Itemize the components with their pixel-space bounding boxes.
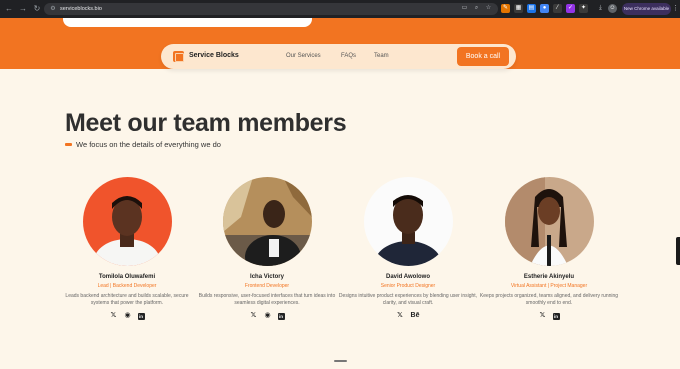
section-title: Meet our team members (65, 109, 347, 137)
extension-grid-icon[interactable]: ▦ (514, 4, 523, 13)
site-navbar: Service Blocks Our Services FAQs Team Bo… (161, 44, 516, 69)
linkedin-icon[interactable]: in (277, 312, 285, 320)
service-blocks-logo-icon[interactable] (173, 51, 184, 62)
member-description: Keeps projects organized, teams aligned,… (479, 293, 619, 306)
member-role: Lead | Backend Developer (97, 283, 157, 289)
bookmark-star-icon[interactable]: ☆ (485, 5, 492, 12)
member-name: Estherie Akinyelu (523, 274, 575, 280)
member-description: Designs intuitive product experiences by… (338, 293, 478, 306)
github-icon[interactable]: ◉ (264, 312, 272, 320)
member-socials: 𝕏 Bē (333, 312, 483, 320)
forward-arrow-icon[interactable]: → (18, 4, 28, 14)
nav-link-faqs[interactable]: FAQs (341, 53, 356, 59)
nav-link-team[interactable]: Team (374, 53, 389, 59)
behance-icon[interactable]: Bē (410, 312, 420, 320)
nav-link-our-services[interactable]: Our Services (286, 53, 321, 59)
member-socials: 𝕏 in (474, 312, 624, 320)
url-text[interactable]: serviceblocks.bio (60, 6, 102, 12)
cast-icon[interactable]: ▭ (461, 5, 468, 12)
extension-pen-icon[interactable]: ✎ (501, 4, 510, 13)
member-role: Frontend Developer (244, 283, 290, 289)
address-bar[interactable]: ⚙ serviceblocks.bio ▭ ⌕ ☆ (44, 3, 498, 15)
browser-toolbar: ← → ↻ ⚙ serviceblocks.bio ▭ ⌕ ☆ ✎ ▦ ▤ ● … (0, 0, 680, 18)
back-arrow-icon[interactable]: ← (4, 4, 14, 14)
member-photo (505, 177, 594, 266)
member-name: Icha Victory (250, 274, 284, 280)
chrome-menu-icon[interactable]: ⋮ (672, 3, 679, 15)
member-name: Tomilola Oluwafemi (98, 274, 156, 280)
member-photo (83, 177, 172, 266)
member-description: Leads backend architecture and builds sc… (65, 293, 189, 306)
section-subtitle: We focus on the details of everything we… (76, 140, 221, 149)
book-a-call-button[interactable]: Book a call (457, 47, 509, 66)
member-description: Builds responsive, user-focused interfac… (198, 293, 336, 306)
site-info-icon[interactable]: ⚙ (49, 5, 57, 13)
member-photo (223, 177, 312, 266)
github-icon[interactable]: ◉ (124, 312, 132, 320)
subtitle-accent-bar (65, 143, 72, 146)
linkedin-icon[interactable]: in (137, 312, 145, 320)
linkedin-icon[interactable]: in (552, 312, 560, 320)
member-role: Senior Product Designer (380, 283, 436, 289)
extension-brush-icon[interactable]: ⁄ (553, 4, 562, 13)
member-name: David Awolowo (385, 274, 430, 280)
x-icon[interactable]: 𝕏 (250, 312, 258, 320)
member-socials: 𝕏 ◉ in (192, 312, 342, 320)
zoom-icon[interactable]: ⌕ (473, 5, 480, 12)
extension-purple-icon[interactable]: ✓ (566, 4, 575, 13)
header-search-box[interactable] (63, 18, 312, 27)
member-socials: 𝕏 ◉ in (52, 312, 202, 320)
x-icon[interactable]: 𝕏 (110, 312, 118, 320)
extension-doc-icon[interactable]: ▤ (527, 4, 536, 13)
profile-avatar-icon[interactable]: ☺ (608, 4, 617, 13)
side-scroll-handle[interactable] (676, 237, 680, 265)
scroll-indicator[interactable] (334, 360, 347, 362)
x-icon[interactable]: 𝕏 (396, 312, 404, 320)
chrome-update-badge[interactable]: New Chrome available (622, 3, 671, 15)
member-role: Virtual Assistant | Project Manager (510, 283, 588, 289)
download-icon[interactable]: ⤓ (596, 4, 605, 13)
x-icon[interactable]: 𝕏 (539, 312, 547, 320)
member-photo (364, 177, 453, 266)
extensions-puzzle-icon[interactable]: ✦ (579, 4, 588, 13)
brand-name[interactable]: Service Blocks (189, 52, 239, 59)
reload-icon[interactable]: ↻ (32, 4, 42, 14)
extension-circle-icon[interactable]: ● (540, 4, 549, 13)
